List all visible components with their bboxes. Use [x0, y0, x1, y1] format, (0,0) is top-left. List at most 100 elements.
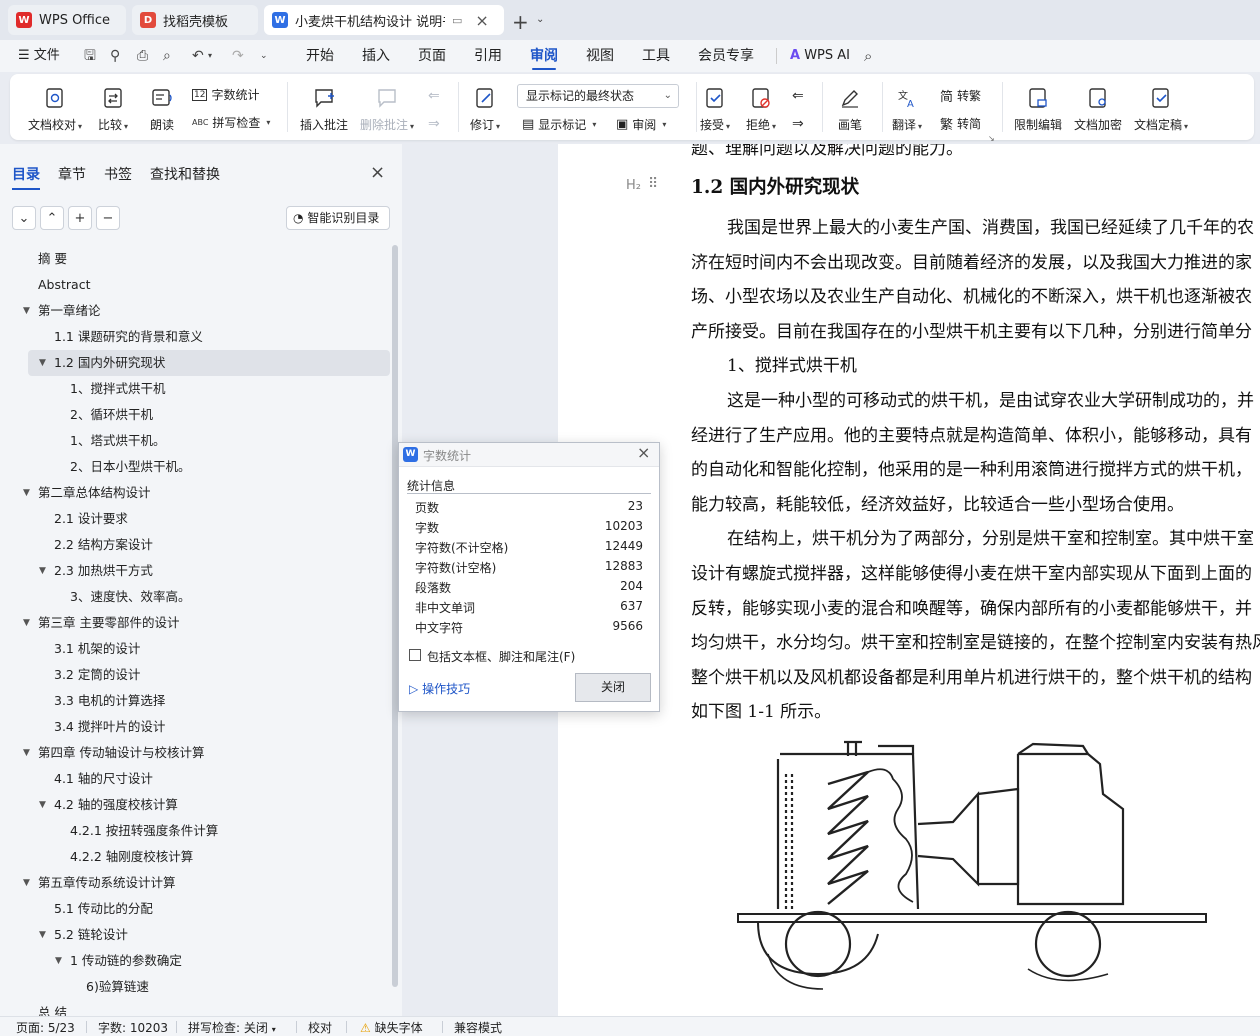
track-changes-button[interactable]: 修订 ▾ — [470, 86, 500, 133]
tab-document[interactable]: W 小麦烘干机结构设计 说明书（ ▭ × — [264, 5, 504, 35]
print-icon[interactable]: ⎙ — [137, 40, 148, 72]
collapse-arrow-icon[interactable]: ▼ — [39, 922, 46, 948]
search-icon[interactable]: ⌕ — [864, 40, 872, 72]
menu-review[interactable]: 审阅 — [530, 40, 558, 72]
toc-item[interactable]: 1.1 课题研究的背景和意义 — [0, 324, 390, 350]
finalize-button[interactable]: 文档定稿 ▾ — [1134, 86, 1188, 133]
toc-item[interactable]: 3.1 机架的设计 — [0, 636, 390, 662]
menu-view[interactable]: 视图 — [586, 40, 614, 72]
menu-tools[interactable]: 工具 — [642, 40, 670, 72]
collapse-arrow-icon[interactable]: ▼ — [23, 480, 30, 506]
nav-tab-bookmarks[interactable]: 书签 — [104, 164, 132, 184]
compare-button[interactable]: 比较 ▾ — [98, 86, 128, 133]
print-preview-icon[interactable]: ⌕ — [163, 40, 171, 72]
toc-item[interactable]: ▼ 1.2 国内外研究现状 — [28, 350, 390, 376]
restrict-edit-button[interactable]: 限制编辑 — [1014, 86, 1062, 133]
nav-tab-sections[interactable]: 章节 — [58, 164, 86, 184]
translate-button[interactable]: 文A 翻译 ▾ — [892, 86, 922, 133]
prev-comment-icon[interactable]: ⇐ — [428, 88, 440, 104]
undo-chevron-icon[interactable]: ▾ — [208, 40, 212, 72]
monitor-icon[interactable]: ▭ — [452, 14, 462, 27]
file-menu[interactable]: ☰ 文件 — [18, 40, 60, 72]
status-word-count[interactable]: 字数: 10203 — [98, 1019, 168, 1036]
toc-item[interactable]: 4.2.2 轴刚度校核计算 — [0, 844, 390, 870]
toc-item[interactable]: ▼ 5.2 链轮设计 — [0, 922, 390, 948]
toc-item[interactable]: 3.4 搅拌叶片的设计 — [0, 714, 390, 740]
spell-check-button[interactable]: ABC 拼写检查 ▾ — [192, 114, 270, 131]
toc-item[interactable]: ▼ 1 传动链的参数确定 — [0, 948, 390, 974]
menu-page[interactable]: 页面 — [418, 40, 446, 72]
close-button[interactable]: 关闭 — [575, 673, 651, 702]
to-simplified-button[interactable]: 繁 转简 — [940, 114, 981, 133]
nav-tab-find-replace[interactable]: 查找和替换 — [150, 164, 220, 184]
menu-insert[interactable]: 插入 — [362, 40, 390, 72]
expand-down-icon[interactable]: ⌄ — [12, 206, 36, 230]
toc-item[interactable]: 2.1 设计要求 — [0, 506, 390, 532]
toc-item[interactable]: 1、搅拌式烘干机 — [0, 376, 390, 402]
redo-icon[interactable]: ↷ — [232, 40, 244, 72]
toc-item[interactable]: 2、日本小型烘干机。 — [0, 454, 390, 480]
doc-check-button[interactable]: 文档校对 ▾ — [28, 86, 82, 133]
reject-button[interactable]: 拒绝 ▾ — [746, 86, 776, 133]
expand-group-icon[interactable]: ↘ — [988, 134, 995, 143]
collapse-arrow-icon[interactable]: ▼ — [39, 558, 46, 584]
close-pane-icon[interactable]: × — [370, 162, 385, 183]
toc-item[interactable]: Abstract — [0, 272, 390, 298]
tab-template[interactable]: D 找稻壳模板 — [132, 5, 258, 35]
next-comment-icon[interactable]: ⇒ — [428, 116, 440, 132]
toc-item[interactable]: 6)验算链速 — [0, 974, 390, 1000]
collapse-arrow-icon[interactable]: ▼ — [23, 870, 30, 896]
toc-item[interactable]: 3.3 电机的计算选择 — [0, 688, 390, 714]
toc-item[interactable]: ▼ 第二章总体结构设计 — [0, 480, 390, 506]
toc-item[interactable]: ▼ 4.2 轴的强度校核计算 — [0, 792, 390, 818]
delete-comment-button[interactable]: 删除批注 ▾ — [360, 86, 414, 133]
nav-tab-toc[interactable]: 目录 — [12, 164, 40, 190]
next-change-icon[interactable]: ⇒ — [792, 116, 804, 132]
toc-item[interactable]: 1、塔式烘干机。 — [0, 428, 390, 454]
insert-comment-button[interactable]: 插入批注 — [300, 86, 348, 133]
collapse-arrow-icon[interactable]: ▼ — [23, 610, 30, 636]
add-heading-icon[interactable]: + — [68, 206, 92, 230]
encrypt-button[interactable]: 文档加密 — [1074, 86, 1122, 133]
toc-item[interactable]: 2.2 结构方案设计 — [0, 532, 390, 558]
undo-icon[interactable]: ↶ — [192, 40, 204, 72]
collapse-arrow-icon[interactable]: ▼ — [39, 792, 46, 818]
toc-item[interactable]: 4.2.1 按扭转强度条件计算 — [0, 818, 390, 844]
toc-item[interactable]: ▼ 第一章绪论 — [0, 298, 390, 324]
status-spell-check[interactable]: 拼写检查: 关闭 ▾ — [188, 1019, 276, 1036]
to-traditional-button[interactable]: 简 转繁 — [940, 86, 981, 105]
menu-references[interactable]: 引用 — [474, 40, 502, 72]
collapse-arrow-icon[interactable]: ▼ — [23, 740, 30, 766]
toc-item[interactable]: 5.1 传动比的分配 — [0, 896, 390, 922]
toc-item[interactable]: 3.2 定筒的设计 — [0, 662, 390, 688]
tab-list-chevron-icon[interactable]: ⌄ — [536, 14, 544, 25]
display-mode-select[interactable]: 显示标记的最终状态 ⌄ — [517, 84, 679, 108]
status-missing-font[interactable]: ⚠ 缺失字体 — [360, 1019, 423, 1036]
close-icon[interactable]: × — [637, 443, 650, 462]
quick-access-chevron-icon[interactable]: ⌄ — [260, 40, 268, 72]
new-tab-icon[interactable]: + — [512, 10, 529, 34]
word-count-button[interactable]: 12 字数统计 — [192, 86, 259, 103]
review-pane-button[interactable]: ▣ 审阅 ▾ — [616, 116, 666, 133]
save-icon[interactable]: 🖫 — [84, 40, 96, 72]
tips-link[interactable]: ▷ 操作技巧 — [409, 680, 470, 697]
wps-ai-button[interactable]: A WPS AI — [790, 40, 850, 72]
collapse-up-icon[interactable]: ⌃ — [40, 206, 64, 230]
share-icon[interactable]: ⚲ — [110, 40, 120, 72]
close-tab-icon[interactable]: × — [475, 11, 488, 30]
accept-button[interactable]: 接受 ▾ — [700, 86, 730, 133]
remove-heading-icon[interactable]: − — [96, 206, 120, 230]
toc-item[interactable]: 4.1 轴的尺寸设计 — [0, 766, 390, 792]
toc-item[interactable]: ▼ 第五章传动系统设计计算 — [0, 870, 390, 896]
collapse-arrow-icon[interactable]: ▼ — [23, 298, 30, 324]
toc-item[interactable]: 2、循环烘干机 — [0, 402, 390, 428]
status-page[interactable]: 页面: 5/23 — [16, 1019, 75, 1036]
dialog-titlebar[interactable]: W 字数统计 × — [399, 443, 659, 467]
smart-toc-button[interactable]: ◔ 智能识别目录 — [286, 206, 390, 230]
read-aloud-button[interactable]: 朗读 — [150, 86, 174, 133]
tab-wps-office[interactable]: W WPS Office — [8, 5, 126, 35]
collapse-arrow-icon[interactable]: ▼ — [39, 350, 46, 376]
toc-item[interactable]: ▼ 第三章 主要零部件的设计 — [0, 610, 390, 636]
prev-change-icon[interactable]: ⇐ — [792, 88, 804, 104]
menu-home[interactable]: 开始 — [306, 40, 334, 72]
